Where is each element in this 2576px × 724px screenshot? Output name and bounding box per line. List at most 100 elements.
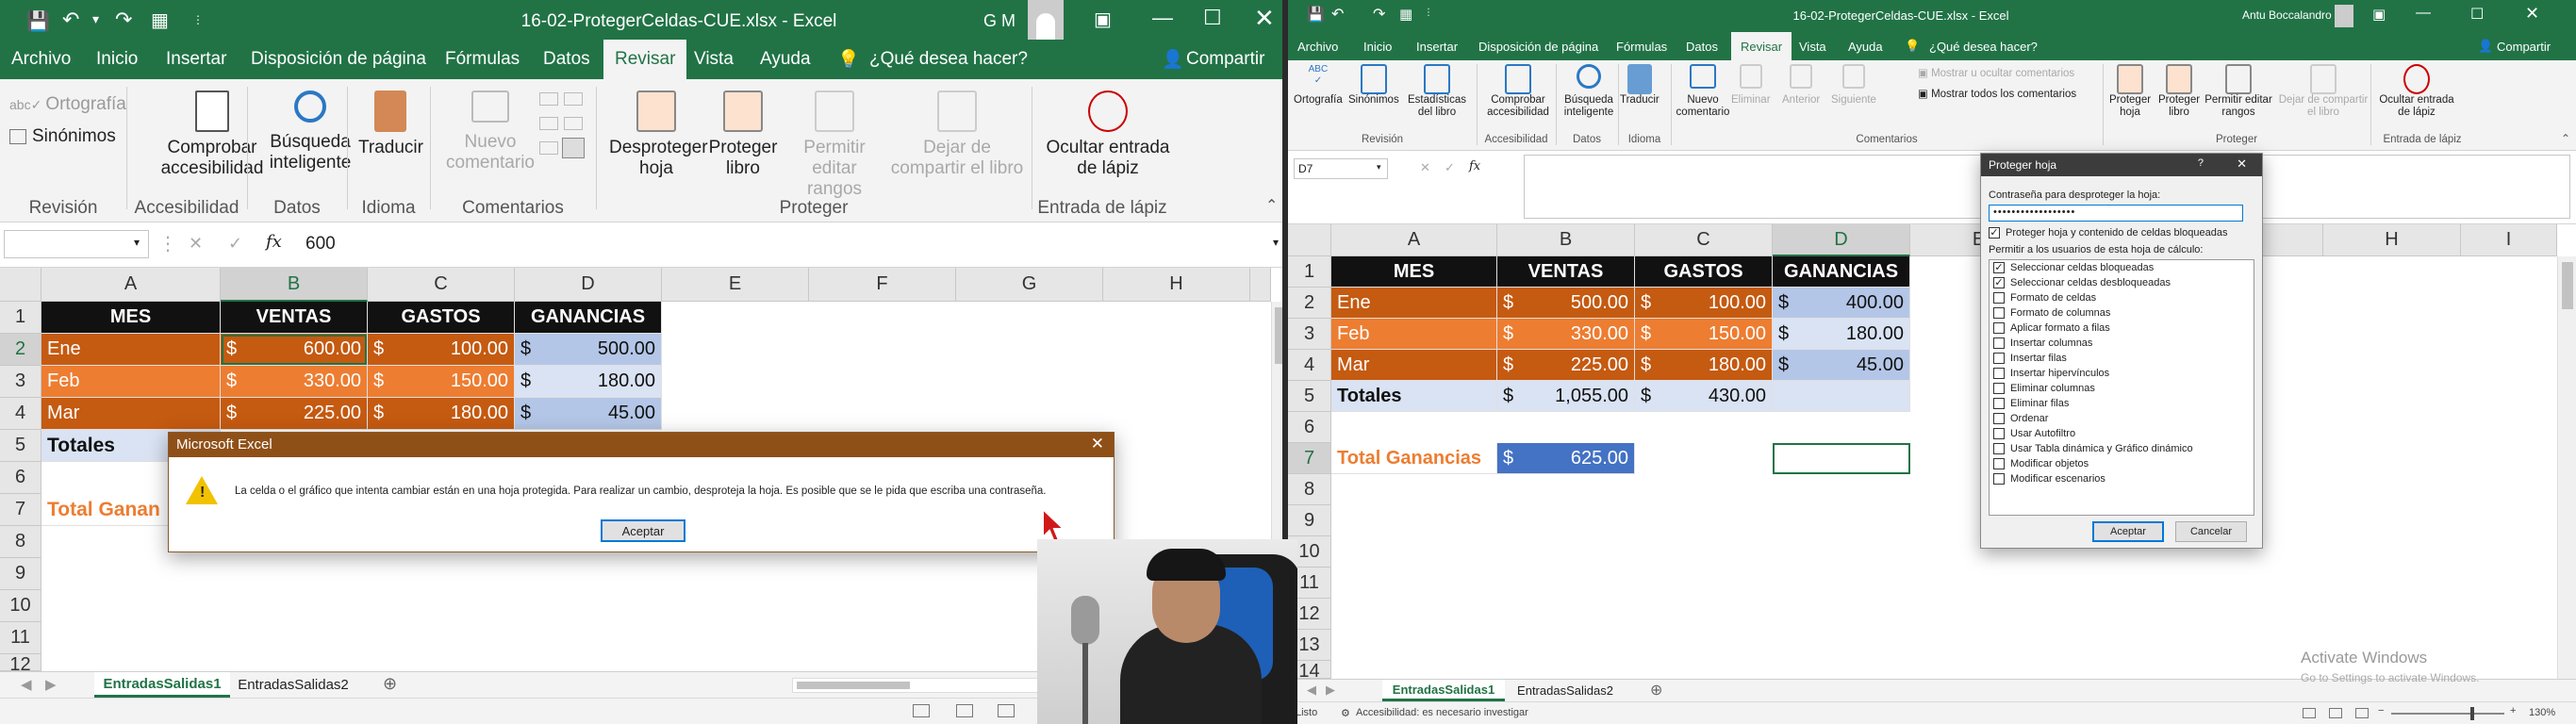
cell-mes[interactable]: Ene <box>1331 288 1497 319</box>
row-header-6[interactable]: 6 <box>0 462 41 494</box>
name-box-dropdown-icon[interactable]: ▾ <box>1377 162 1381 173</box>
insert-function-icon[interactable]: fx <box>1469 159 1480 173</box>
add-sheet-icon[interactable]: ⊕ <box>383 674 397 694</box>
page-layout-icon[interactable] <box>956 704 973 717</box>
vertical-scrollbar[interactable] <box>2557 256 2576 679</box>
name-box-dropdown-icon[interactable]: ▾ <box>134 236 140 249</box>
tab-disposicion[interactable]: Disposición de página <box>1478 32 1598 60</box>
permissions-list[interactable]: ✓ Seleccionar celdas bloqueadas ✓ Seleccio… <box>1989 259 2254 516</box>
dialog-close-icon[interactable]: ✕ <box>1091 435 1104 453</box>
accessibility-icon[interactable]: ⚙ <box>1341 707 1350 719</box>
cell-ganancias[interactable]: $500.00 <box>515 334 662 366</box>
prev-sheet-icon[interactable]: ◀ <box>1307 683 1316 698</box>
tab-formulas[interactable]: Fórmulas <box>445 40 520 79</box>
row-header-3[interactable]: 3 <box>1288 319 1331 350</box>
ocultar-entrada-lapiz-button[interactable]: Ocultar entrada de lápiz <box>2374 64 2459 119</box>
tab-inicio[interactable]: Inicio <box>96 40 138 79</box>
tab-formulas[interactable]: Fórmulas <box>1616 32 1667 60</box>
dialog-close-icon[interactable]: ✕ <box>2237 156 2247 172</box>
name-box[interactable] <box>4 230 149 258</box>
header-cell-ventas[interactable]: VENTAS <box>221 302 368 334</box>
column-header-d[interactable]: D <box>515 268 662 302</box>
prev-sheet-icon[interactable]: ◀ <box>21 676 32 693</box>
formula-input[interactable]: 600 <box>305 234 336 255</box>
mostrar-ocultar-button[interactable]: ▣ Mostrar u ocultar comentarios <box>1918 66 2074 79</box>
page-break-icon[interactable] <box>2355 708 2369 718</box>
row-header-11[interactable]: 11 <box>0 622 41 654</box>
sheet-tab-1[interactable]: EntradasSalidas1 <box>94 672 230 698</box>
scroll-thumb[interactable] <box>2562 262 2573 309</box>
option-seleccionar-bloqueadas[interactable]: ✓ Seleccionar celdas bloqueadas <box>1993 262 2154 273</box>
column-header-f[interactable]: F <box>809 268 956 302</box>
cell-ventas-selected[interactable]: $600.00 <box>221 334 368 366</box>
cell-ventas[interactable]: $330.00 <box>221 366 368 398</box>
undo-icon[interactable]: ↶ <box>62 8 79 32</box>
row-header-2[interactable]: 2 <box>1288 288 1331 319</box>
permitir-editar-rangos-button[interactable]: Permitir editar rangos <box>2203 64 2274 119</box>
ribbon-display-icon[interactable]: ▣ <box>2372 6 2386 23</box>
cell-ventas[interactable]: $330.00 <box>1497 319 1635 350</box>
cell-gastos[interactable]: $100.00 <box>368 334 515 366</box>
select-all-corner[interactable] <box>0 268 41 302</box>
traducir-button[interactable]: Traducir <box>1620 64 1660 107</box>
row-header-8[interactable]: 8 <box>0 526 41 558</box>
ortografia-button[interactable]: abc✓ Ortografía <box>9 94 126 115</box>
select-all-corner[interactable] <box>1288 224 1331 256</box>
tab-vista[interactable]: Vista <box>694 40 734 79</box>
cell-mes[interactable]: Feb <box>41 366 221 398</box>
cell-mes[interactable]: Feb <box>1331 319 1497 350</box>
maximize-icon[interactable]: ☐ <box>1203 6 1222 30</box>
customize-qat-icon[interactable]: ⋮ <box>1424 8 1433 18</box>
sinonimos-button[interactable]: Sinónimos <box>1348 64 1399 107</box>
cell-gastos[interactable]: $150.00 <box>368 366 515 398</box>
tab-ayuda[interactable]: Ayuda <box>1848 32 1883 60</box>
nuevo-comentario-button[interactable]: Nuevo comentario <box>443 90 537 173</box>
sinonimos-button[interactable]: Sinónimos <box>9 126 116 147</box>
column-header-c[interactable]: C <box>368 268 515 302</box>
tab-insertar[interactable]: Insertar <box>166 40 226 79</box>
permitir-editar-rangos-button[interactable]: Permitir editar rangos <box>783 90 886 200</box>
cell-ganancias[interactable]: $45.00 <box>515 398 662 430</box>
column-header-b[interactable]: B <box>221 268 368 302</box>
touch-mode-icon[interactable]: ▦ <box>151 8 169 32</box>
delete-comment-icon[interactable] <box>539 92 558 106</box>
tab-inicio[interactable]: Inicio <box>1363 32 1392 60</box>
busqueda-inteligente-button[interactable]: Búsqueda inteligente <box>1556 64 1622 119</box>
maximize-icon[interactable]: ☐ <box>2470 5 2484 24</box>
option-insertar-hipervinculos[interactable]: Insertar hipervínculos <box>1993 368 2109 379</box>
enter-formula-icon[interactable]: ✓ <box>1445 160 1455 175</box>
cell-ganancias[interactable]: $180.00 <box>515 366 662 398</box>
cell-total-ventas[interactable]: $1,055.00 <box>1497 381 1635 412</box>
tab-datos[interactable]: Datos <box>1686 32 1718 60</box>
cell-total-ganancias-value[interactable]: $625.00 <box>1497 443 1635 474</box>
save-icon[interactable]: 💾 <box>1307 6 1325 23</box>
option-insertar-filas[interactable]: Insertar filas <box>1993 353 2067 364</box>
ribbon-display-icon[interactable]: ▣ <box>1094 8 1112 31</box>
row-header-6[interactable]: 6 <box>1288 412 1331 443</box>
minimize-icon[interactable]: — <box>2416 5 2431 22</box>
show-all-comments-icon[interactable] <box>564 117 583 130</box>
comprobar-accesibilidad-button[interactable]: Comprobar accesibilidad <box>1480 64 1556 119</box>
nuevo-comentario-button[interactable]: Nuevo comentario <box>1673 64 1733 119</box>
proteger-libro-button[interactable]: Proteger libro <box>705 90 781 179</box>
column-header-e[interactable]: E <box>662 268 809 302</box>
insert-function-icon[interactable]: fx <box>266 232 282 252</box>
scroll-thumb[interactable] <box>797 682 910 689</box>
customize-qat-icon[interactable]: ⋮ <box>192 13 204 26</box>
show-comment-icon[interactable] <box>564 92 583 106</box>
column-header-h[interactable]: H <box>1103 268 1250 302</box>
row-header-2[interactable]: 2 <box>0 334 41 366</box>
cancel-formula-icon[interactable]: ✕ <box>1420 160 1430 175</box>
ortografia-button[interactable]: ABC ✓ Ortografía <box>1294 64 1343 107</box>
zoom-in-icon[interactable]: + <box>2510 705 2516 716</box>
tab-revisar[interactable]: Revisar <box>1731 32 1792 60</box>
accessibility-status[interactable]: Accesibilidad: es necesario investigar <box>1356 707 1528 718</box>
cell-total-ganancias-empty[interactable] <box>1773 381 1910 412</box>
redo-icon[interactable]: ↷ <box>115 8 132 32</box>
sheet-tab-2[interactable]: EntradasSalidas2 <box>1509 680 1622 701</box>
help-icon[interactable]: ? <box>2198 157 2204 169</box>
next-comment-icon[interactable] <box>539 141 558 155</box>
column-header-a[interactable]: A <box>41 268 221 302</box>
cell-mes[interactable]: Mar <box>1331 350 1497 381</box>
header-cell-ganancias[interactable]: GANANCIAS <box>515 302 662 334</box>
